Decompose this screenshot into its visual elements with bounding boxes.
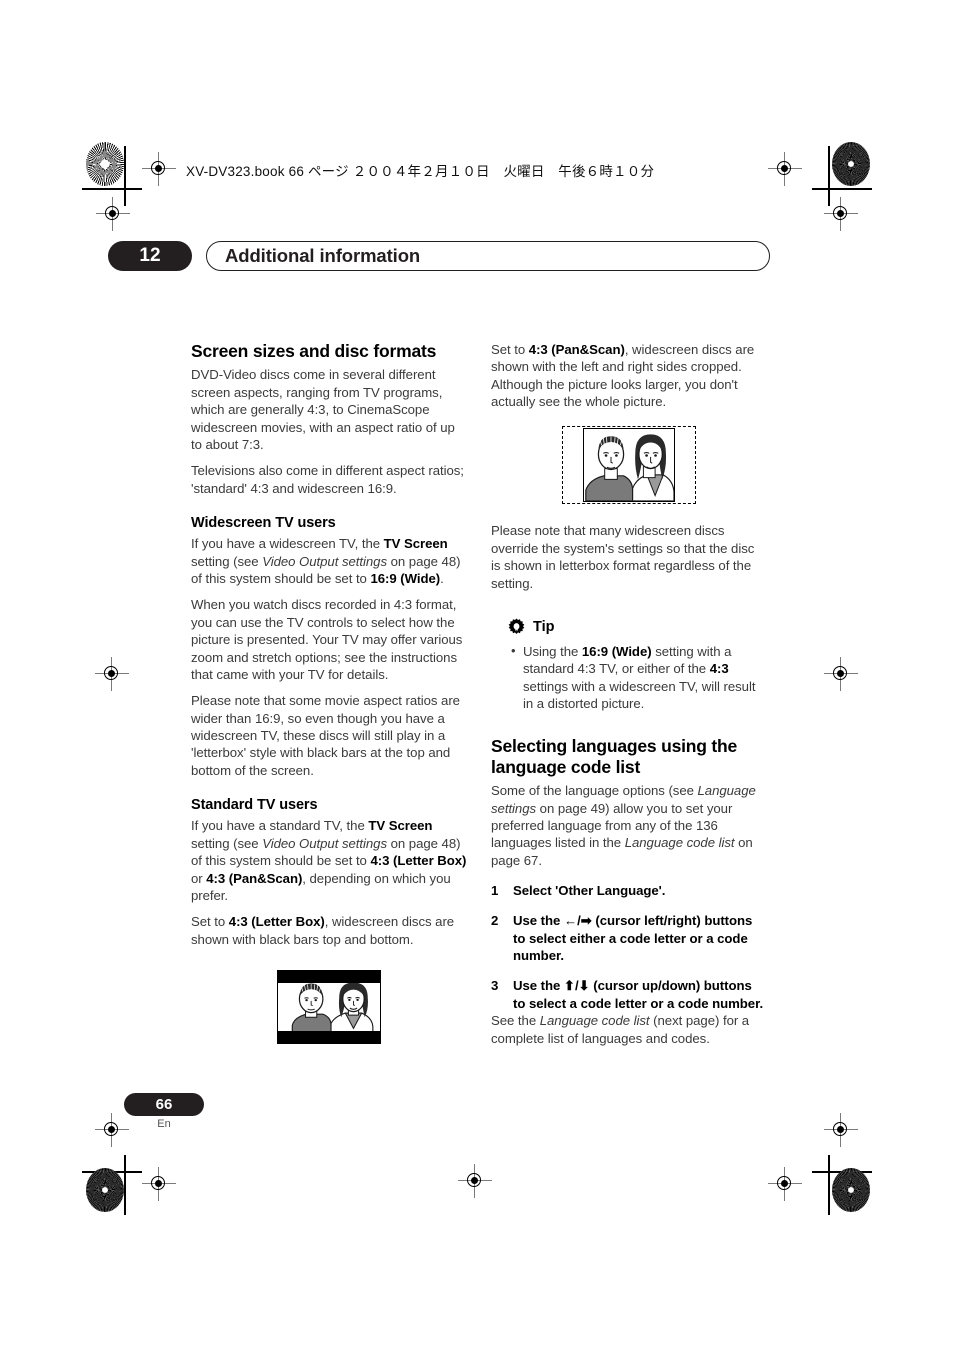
text-run-italic: Video Output settings bbox=[262, 553, 387, 569]
languages-intro-paragraph: Some of the language options (see Langua… bbox=[491, 782, 767, 869]
text-run: settings with a widescreen TV, will resu… bbox=[523, 678, 756, 711]
starburst-mark-top-left bbox=[86, 142, 124, 186]
widescreen-paragraph-1: If you have a widescreen TV, the TV Scre… bbox=[191, 535, 467, 587]
registration-target-bottom-right bbox=[768, 1167, 802, 1201]
text-run-bold: TV Screen bbox=[368, 818, 433, 834]
section-title-selecting-languages: Selecting languages using the language c… bbox=[491, 736, 738, 777]
text-run-italic: Language code list bbox=[624, 835, 735, 851]
text-run: . bbox=[440, 571, 444, 587]
widescreen-override-note: Please note that many widescreen discs o… bbox=[491, 523, 755, 591]
tip-block: Tip Using the 16:9 (Wide) setting with a… bbox=[491, 618, 767, 712]
subsection-standard-tv-users: Standard TV users bbox=[191, 797, 318, 814]
step-number: 1 bbox=[491, 883, 499, 899]
text-run: If you have a standard TV, the bbox=[191, 818, 369, 834]
page-footer: 66 En bbox=[124, 1093, 204, 1130]
text-run: or bbox=[191, 870, 207, 886]
text-run-bold: 4:3 bbox=[709, 661, 729, 677]
chapter-title-pill: Additional information bbox=[206, 241, 770, 271]
text-run-bold: 4:3 (Letter Box) bbox=[370, 853, 467, 869]
widescreen-paragraph-3: Please note that some movie aspect ratio… bbox=[191, 693, 460, 778]
text-run-bold: TV Screen bbox=[383, 536, 448, 552]
cursor-up-down-arrow-icon: ⬆/⬇ bbox=[563, 978, 590, 994]
letterbox-picture-area bbox=[278, 982, 380, 1031]
starburst-mark-top-right bbox=[832, 142, 870, 186]
registration-target-bottom-center bbox=[458, 1164, 492, 1198]
registration-target-middle-left bbox=[95, 657, 129, 691]
tip-list: Using the 16:9 (Wide) setting with a sta… bbox=[491, 642, 767, 712]
text-run: setting (see bbox=[191, 835, 263, 851]
letterbox-tv-illustration bbox=[277, 969, 381, 1044]
page-title: Additional information bbox=[225, 245, 421, 266]
cursor-left-right-arrow-icon: ←/➡ bbox=[563, 913, 592, 929]
crop-mark-top-right bbox=[812, 146, 872, 206]
two-people-artwork bbox=[584, 429, 674, 502]
step-number: 2 bbox=[491, 913, 499, 929]
starburst-mark-bottom-right bbox=[832, 1168, 870, 1212]
figure-panscan-wrapper bbox=[491, 426, 767, 505]
subsection-widescreen-tv-users: Widescreen TV users bbox=[191, 514, 336, 531]
text-run: setting (see bbox=[191, 553, 263, 569]
text-run: Use the bbox=[513, 978, 564, 994]
chapter-number-badge: 12 bbox=[108, 241, 192, 271]
registration-target-upper-left bbox=[96, 197, 130, 231]
text-run-italic: Language code list bbox=[539, 1013, 650, 1029]
step-number: 3 bbox=[491, 978, 499, 994]
page-language-code: En bbox=[157, 1118, 171, 1130]
standard-paragraph-2: Set to 4:3 (Letter Box), widescreen disc… bbox=[191, 913, 467, 948]
text-run-italic: Video Output settings bbox=[262, 835, 387, 851]
figure-letterbox-wrapper bbox=[191, 969, 467, 1044]
step-text: Select 'Other Language'. bbox=[513, 883, 666, 899]
intro-paragraph-1: DVD-Video discs come in several differen… bbox=[191, 367, 455, 452]
registration-target-bottom-left bbox=[142, 1167, 176, 1201]
text-run: Using the bbox=[523, 643, 582, 659]
tip-bullet-item: Using the 16:9 (Wide) setting with a sta… bbox=[511, 642, 767, 712]
text-run-bold: 4:3 (Pan&Scan) bbox=[528, 342, 625, 357]
text-run-bold: 4:3 (Letter Box) bbox=[228, 914, 325, 930]
step-text: Use the ⬆/⬇ (cursor up/down) buttons to … bbox=[513, 977, 767, 1012]
text-run: Set to bbox=[191, 914, 229, 930]
text-run-bold: 16:9 (Wide) bbox=[581, 643, 652, 659]
gear-icon bbox=[508, 618, 525, 634]
step-1: 1 Select 'Other Language'. bbox=[491, 882, 767, 899]
two-people-artwork bbox=[278, 982, 380, 1031]
registration-target-top-right bbox=[768, 152, 802, 186]
printer-registration-marks bbox=[0, 0, 954, 1351]
text-run: Set to bbox=[491, 342, 529, 357]
panscan-visible-area bbox=[583, 428, 675, 503]
registration-target-middle-right bbox=[824, 657, 858, 691]
section-title-screen-sizes: Screen sizes and disc formats bbox=[191, 341, 437, 361]
print-header-text: XV-DV323.book 66 ページ ２００４年２月１０日 火曜日 午後６時… bbox=[186, 164, 655, 179]
left-column: Screen sizes and disc formats DVD-Video … bbox=[191, 341, 467, 1044]
text-run: If you have a widescreen TV, the bbox=[191, 536, 384, 552]
text-run-bold: 16:9 (Wide) bbox=[370, 571, 441, 587]
letterbox-bar-bottom bbox=[278, 1030, 380, 1043]
registration-target-top-left bbox=[142, 152, 176, 186]
registration-target-upper-right bbox=[824, 197, 858, 231]
text-run: Use the bbox=[513, 913, 564, 929]
text-run: Some of the language options (see bbox=[491, 783, 698, 799]
tip-header: Tip bbox=[491, 618, 767, 637]
widescreen-paragraph-2: When you watch discs recorded in 4:3 for… bbox=[191, 597, 463, 682]
registration-target-lower-right bbox=[824, 1113, 858, 1147]
chapter-header: 12 Additional information bbox=[108, 241, 770, 271]
panscan-crop-illustration bbox=[562, 426, 696, 505]
text-run-bold: 4:3 (Pan&Scan) bbox=[206, 870, 303, 886]
step-text: Use the ←/➡ (cursor left/right) buttons … bbox=[513, 912, 767, 964]
text-run: See the bbox=[491, 1013, 540, 1029]
intro-paragraph-2: Televisions also come in different aspec… bbox=[191, 463, 464, 496]
crop-mark-top-left bbox=[82, 146, 142, 206]
standard-paragraph-1: If you have a standard TV, the TV Screen… bbox=[191, 817, 467, 904]
page-number-badge: 66 bbox=[124, 1093, 204, 1116]
crop-mark-bottom-left bbox=[82, 1155, 142, 1215]
right-column: Set to 4:3 (Pan&Scan), widescreen discs … bbox=[491, 341, 767, 1047]
letterbox-bar-top bbox=[278, 970, 380, 983]
step-3: 3 Use the ⬆/⬇ (cursor up/down) buttons t… bbox=[491, 977, 767, 1046]
starburst-mark-bottom-left bbox=[86, 1168, 124, 1212]
step-3-note: See the Language code list (next page) f… bbox=[491, 1012, 767, 1047]
tip-label: Tip bbox=[533, 619, 555, 636]
step-2: 2 Use the ←/➡ (cursor left/right) button… bbox=[491, 912, 767, 964]
panscan-paragraph-1: Set to 4:3 (Pan&Scan), widescreen discs … bbox=[491, 341, 767, 410]
crop-mark-bottom-right bbox=[812, 1155, 872, 1215]
